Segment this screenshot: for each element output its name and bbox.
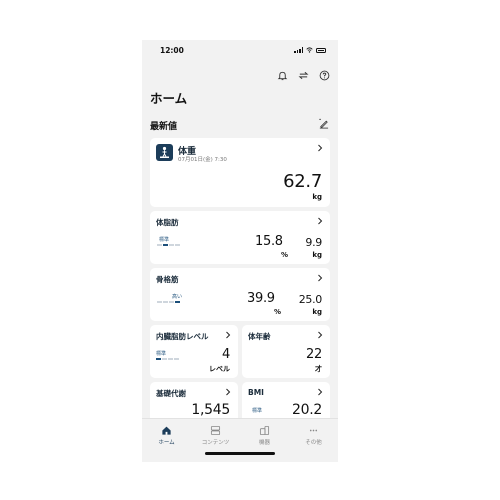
body-fat-gauge — [157, 244, 180, 246]
chevron-right-icon — [226, 331, 231, 339]
skeletal-muscle-label: 骨格筋 — [156, 275, 179, 284]
visceral-fat-gauge — [156, 358, 179, 360]
tab-device[interactable]: 機器 — [240, 425, 289, 446]
visceral-fat-label: 内臓脂肪レベル — [156, 332, 209, 341]
body-fat-label: 体脂肪 — [156, 218, 179, 227]
status-icons — [294, 47, 326, 53]
home-icon — [162, 426, 171, 435]
body-fat-card[interactable]: 体脂肪 標準 15.8 % 9.9 kg — [150, 211, 330, 264]
bmr-label: 基礎代謝 — [156, 389, 186, 398]
tab-more[interactable]: その他 — [289, 425, 338, 446]
device-icon — [259, 425, 270, 436]
visceral-fat-card[interactable]: 内臓脂肪レベル 標準 4 レベル — [150, 325, 238, 378]
weight-card[interactable]: 体重 07月01日(金) 7:30 62.7 kg — [150, 138, 330, 207]
body-fat-mass: 9.9 — [305, 236, 322, 249]
page-title: ホーム — [150, 91, 188, 106]
bmi-label: BMI — [248, 388, 264, 397]
weight-date: 07月01日(金) 7:30 — [178, 157, 227, 163]
visceral-fat-value: 4 — [222, 347, 230, 362]
chevron-right-icon — [318, 331, 323, 339]
body-age-unit: 才 — [315, 365, 322, 373]
skeletal-muscle-card[interactable]: 骨格筋 高い 39.9 % 25.0 kg — [150, 268, 330, 321]
contents-icon — [210, 425, 221, 436]
bmi-value: 20.2 — [292, 402, 322, 418]
status-bar: 12:00 — [142, 40, 338, 62]
skeletal-muscle-percent-unit: % — [274, 308, 282, 316]
visceral-fat-unit: レベル — [209, 365, 230, 373]
visceral-fat-level: 標準 — [156, 351, 167, 357]
pencil-icon[interactable] — [318, 118, 329, 129]
tab-more-label: その他 — [305, 440, 322, 446]
signal-icon — [294, 47, 303, 53]
chevron-right-icon — [318, 217, 323, 225]
skeletal-muscle-mass: 25.0 — [298, 293, 323, 306]
tab-device-label: 機器 — [258, 440, 270, 446]
chevron-right-icon — [318, 144, 323, 152]
skeletal-muscle-level: 高い — [172, 294, 183, 300]
body-fat-percent-unit: % — [281, 251, 289, 259]
tab-home-label: ホーム — [158, 440, 175, 446]
battery-icon — [316, 47, 326, 53]
status-time: 12:00 — [160, 46, 184, 55]
tab-home[interactable]: ホーム — [142, 425, 191, 446]
body-fat-mass-unit: kg — [312, 251, 322, 259]
bmr-value: 1,545 — [191, 402, 230, 418]
bell-icon[interactable] — [277, 70, 288, 81]
bmi-level: 標準 — [252, 408, 263, 414]
skeletal-muscle-gauge — [157, 301, 180, 303]
home-indicator — [205, 452, 275, 455]
body-fat-level: 標準 — [159, 237, 170, 243]
chevron-right-icon — [318, 274, 323, 282]
body-age-label: 体年齢 — [248, 332, 271, 341]
help-icon[interactable] — [319, 70, 330, 81]
more-icon — [309, 429, 318, 432]
weight-value: 62.7 — [283, 171, 322, 192]
weight-unit: kg — [312, 193, 322, 201]
tab-contents-label: コンテンツ — [201, 440, 230, 446]
body-age-value: 22 — [306, 347, 322, 362]
body-fat-percent: 15.8 — [255, 234, 283, 249]
sync-icon[interactable] — [298, 70, 309, 81]
skeletal-muscle-mass-unit: kg — [312, 308, 322, 316]
header-actions — [277, 70, 330, 81]
wifi-icon — [306, 47, 313, 53]
phone-screen: 12:00 ホーム 最新値 体重 07月01日(金) 7:30 62.7 kg … — [142, 40, 338, 462]
skeletal-muscle-percent: 39.9 — [247, 291, 275, 306]
chevron-right-icon — [318, 388, 323, 396]
tab-contents[interactable]: コンテンツ — [191, 425, 240, 446]
section-title: 最新値 — [150, 122, 178, 132]
tab-bar: ホーム コンテンツ 機器 その他 — [142, 418, 338, 462]
chevron-right-icon — [226, 388, 231, 396]
scale-icon — [156, 144, 173, 161]
body-age-card[interactable]: 体年齢 22 才 — [242, 325, 330, 378]
